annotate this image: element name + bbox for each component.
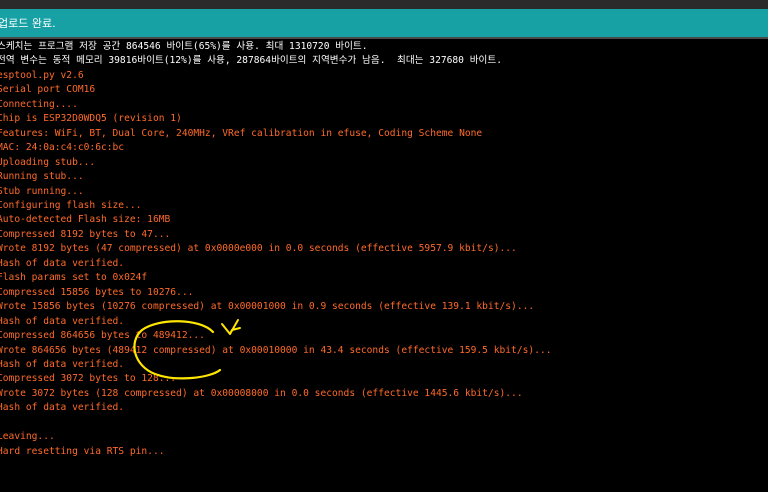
console-log-line: Compressed 8192 bytes to 47... bbox=[0, 228, 171, 240]
console-log-line: Hash of data verified. bbox=[0, 315, 125, 327]
console-log-line: Hash of data verified. bbox=[0, 358, 125, 370]
console-log-line: Chip is ESP32D0WDQ5 (revision 1) bbox=[0, 113, 182, 125]
console-divider[interactable] bbox=[0, 37, 768, 39]
arduino-ide-window: 업로드 완료. 스케치는 프로그램 저장 공간 864546 바이트(65%)를… bbox=[0, 0, 768, 492]
console-info-line: 전역 변수는 동적 메모리 39816바이트(12%)를 사용, 287864바… bbox=[0, 55, 502, 67]
console-log-line: Compressed 3072 bytes to 128... bbox=[0, 373, 177, 385]
console-log-line: Features: WiFi, BT, Dual Core, 240MHz, V… bbox=[0, 127, 483, 139]
console-log-line: Compressed 15856 bytes to 10276... bbox=[0, 286, 194, 298]
top-strip bbox=[0, 0, 768, 9]
console-log-line: Uploading stub... bbox=[0, 156, 96, 168]
console-log-line: Configuring flash size... bbox=[0, 199, 142, 211]
console-log-line: Wrote 864656 bytes (489412 compressed) a… bbox=[0, 344, 552, 356]
console-log-line: Leaving... bbox=[0, 431, 55, 443]
console-log-line: esptool.py v2.6 bbox=[0, 69, 84, 81]
console-log-line: Compressed 864656 bytes to 489412... bbox=[0, 330, 205, 342]
console-log-line: Wrote 15856 bytes (10276 compressed) at … bbox=[0, 301, 535, 313]
console-log-line bbox=[0, 416, 768, 430]
console-info-line: 스케치는 프로그램 저장 공간 864546 바이트(65%)를 사용. 최대 … bbox=[0, 41, 368, 52]
console-log-line: Auto-detected Flash size: 16MB bbox=[0, 214, 171, 226]
upload-status-bar: 업로드 완료. bbox=[0, 9, 768, 37]
console-log-line: Connecting.... bbox=[0, 98, 78, 110]
output-console[interactable]: 스케치는 프로그램 저장 공간 864546 바이트(65%)를 사용. 최대 … bbox=[0, 40, 768, 492]
console-log-line: Hash of data verified. bbox=[0, 257, 125, 269]
console-log-line: Wrote 8192 bytes (47 compressed) at 0x00… bbox=[0, 243, 517, 255]
console-log-line: Wrote 3072 bytes (128 compressed) at 0x0… bbox=[0, 387, 523, 399]
console-log-line: Flash params set to 0x024f bbox=[0, 272, 148, 284]
console-log-line: Hard resetting via RTS pin... bbox=[0, 445, 165, 457]
console-log-line: Hash of data verified. bbox=[0, 402, 125, 414]
console-log-line: Serial port COM16 bbox=[0, 84, 96, 96]
console-log-line: Running stub... bbox=[0, 171, 84, 183]
console-log-line: MAC: 24:0a:c4:c0:6c:bc bbox=[0, 142, 125, 154]
upload-status-text: 업로드 완료. bbox=[0, 17, 56, 30]
console-log-line: Stub running... bbox=[0, 185, 84, 197]
